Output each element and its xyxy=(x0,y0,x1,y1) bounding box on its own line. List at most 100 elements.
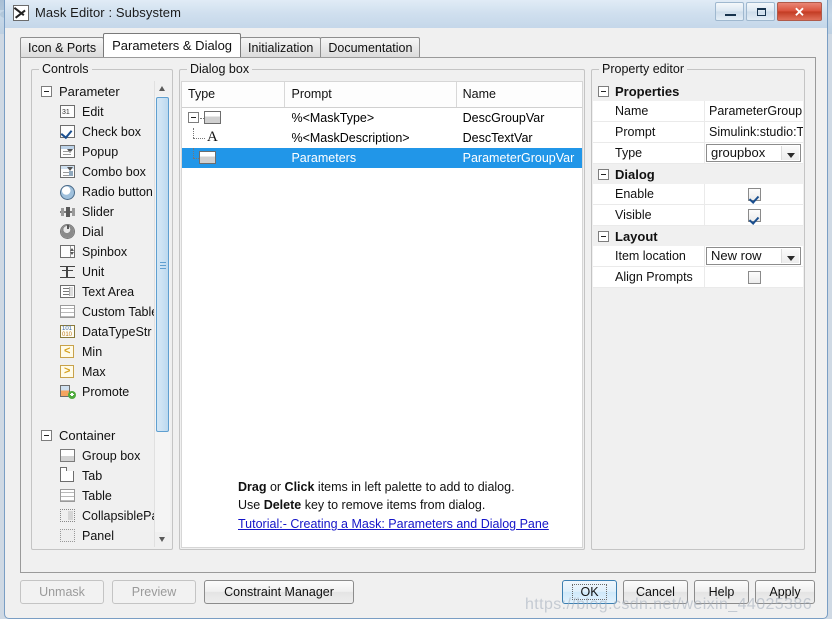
client-area: Icon & Ports Parameters & Dialog Initial… xyxy=(6,28,826,617)
table-row[interactable]: Parameters ParameterGroupVar xyxy=(182,148,582,168)
palette-item-check-box[interactable]: Check box xyxy=(33,122,171,142)
group-box-icon xyxy=(60,449,76,463)
unmask-button[interactable]: Unmask xyxy=(20,580,104,604)
text-area-icon xyxy=(60,285,76,299)
property-section-layout[interactable]: Layout xyxy=(593,226,803,246)
palette-item-table[interactable]: Table xyxy=(33,486,171,506)
maximize-button[interactable] xyxy=(746,2,775,21)
collapse-icon[interactable] xyxy=(598,230,609,242)
preview-button[interactable]: Preview xyxy=(112,580,196,604)
palette-item-custom-table[interactable]: Custom Table xyxy=(33,302,171,322)
chevron-down-icon[interactable] xyxy=(781,249,799,263)
help-button[interactable]: Help xyxy=(694,580,749,604)
mask-editor-icon xyxy=(13,5,29,21)
collapse-icon[interactable] xyxy=(598,85,609,97)
tab-icon-and-ports[interactable]: Icon & Ports xyxy=(20,37,105,57)
row-name-cell[interactable]: ParameterGroupVar xyxy=(457,148,582,168)
custom-table-icon xyxy=(60,305,76,319)
palette-group-container[interactable]: Container xyxy=(33,424,171,446)
collapse-icon[interactable] xyxy=(598,168,609,180)
collapse-icon[interactable] xyxy=(41,85,52,97)
column-header-prompt[interactable]: Prompt xyxy=(285,82,457,107)
palette-item-label: Group box xyxy=(82,449,141,463)
cancel-button[interactable]: Cancel xyxy=(623,580,688,604)
palette-group-parameter[interactable]: Parameter xyxy=(33,80,171,102)
column-header-type[interactable]: Type xyxy=(182,82,286,107)
help-text-part: items in left palette to add to dialog. xyxy=(314,480,515,494)
close-button[interactable]: ✕ xyxy=(777,2,822,21)
column-header-name[interactable]: Name xyxy=(457,82,582,107)
palette-item-dial[interactable]: Dial xyxy=(33,222,171,242)
tutorial-link[interactable]: Tutorial:- Creating a Mask: Parameters a… xyxy=(238,515,549,533)
palette-item-label: Tab xyxy=(82,469,103,483)
property-row-name[interactable]: Name ParameterGroup... xyxy=(593,101,803,122)
palette-item-label: DataTypeStr xyxy=(82,325,152,339)
align-prompts-checkbox[interactable] xyxy=(747,270,761,284)
row-name-cell[interactable]: DescTextVar xyxy=(457,128,582,148)
row-type-cell xyxy=(182,148,285,168)
table-row[interactable]: %<MaskType> DescGroupVar xyxy=(182,108,582,128)
palette-item-label: Max xyxy=(82,365,106,379)
visible-checkbox[interactable] xyxy=(747,208,761,222)
tab-parameters-and-dialog[interactable]: Parameters & Dialog xyxy=(103,33,242,57)
palette-item-edit[interactable]: 31 Edit xyxy=(33,102,171,122)
dialog-box-title: Dialog box xyxy=(187,62,253,76)
palette-item-radio-button[interactable]: Radio button xyxy=(33,182,171,202)
palette-item-unit[interactable]: Unit xyxy=(33,262,171,282)
palette-item-slider[interactable]: Slider xyxy=(33,202,171,222)
palette-item-text-area[interactable]: Text Area xyxy=(33,282,171,302)
text-label-icon: A xyxy=(207,129,218,145)
property-value-enable xyxy=(705,184,803,204)
palette-item-tab[interactable]: Tab xyxy=(33,466,171,486)
scroll-down-icon[interactable] xyxy=(155,532,170,547)
palette-item-combo-box[interactable]: Combo box xyxy=(33,162,171,182)
palette-item-panel[interactable]: Panel xyxy=(33,526,171,546)
max-icon: > xyxy=(60,365,76,379)
palette-item-datatypestr[interactable]: 101 010 DataTypeStr xyxy=(33,322,171,342)
constraint-manager-button[interactable]: Constraint Manager xyxy=(204,580,354,604)
tab-initialization[interactable]: Initialization xyxy=(240,37,322,57)
palette-item-max[interactable]: > Max xyxy=(33,362,171,382)
property-section-properties[interactable]: Properties xyxy=(593,81,803,101)
tab-documentation[interactable]: Documentation xyxy=(320,37,421,57)
collapse-icon[interactable] xyxy=(41,429,52,441)
palette-item-group-box[interactable]: Group box xyxy=(33,446,171,466)
scrollbar-thumb[interactable] xyxy=(156,97,169,432)
palette-item-collapsible-panel[interactable]: CollapsiblePar xyxy=(33,506,171,526)
property-section-dialog[interactable]: Dialog xyxy=(593,164,803,184)
item-location-dropdown[interactable]: New row xyxy=(706,247,801,265)
type-dropdown[interactable]: groupbox xyxy=(706,144,801,162)
chevron-down-icon[interactable] xyxy=(781,146,799,160)
property-row-enable[interactable]: Enable xyxy=(593,184,803,205)
palette-item-label: Combo box xyxy=(82,165,146,179)
property-row-item-location[interactable]: Item location New row xyxy=(593,246,803,267)
palette-item-min[interactable]: < Min xyxy=(33,342,171,362)
property-value-name[interactable]: ParameterGroup... xyxy=(705,101,803,121)
apply-button[interactable]: Apply xyxy=(755,580,815,604)
expand-collapse-icon[interactable] xyxy=(188,112,199,123)
property-row-prompt[interactable]: Prompt Simulink:studio:T... xyxy=(593,122,803,143)
row-prompt-cell[interactable]: Parameters xyxy=(285,148,456,168)
row-name-cell[interactable]: DescGroupVar xyxy=(457,108,582,128)
row-prompt-cell[interactable]: %<MaskType> xyxy=(285,108,456,128)
palette-item-spinbox[interactable]: Spinbox xyxy=(33,242,171,262)
property-value-prompt[interactable]: Simulink:studio:T... xyxy=(705,122,803,142)
dialog-tree-table[interactable]: Type Prompt Name %<MaskType> DescGroupVa… xyxy=(181,81,583,548)
controls-scrollbar[interactable] xyxy=(154,81,170,547)
ok-button[interactable]: OK xyxy=(562,580,617,604)
enable-checkbox[interactable] xyxy=(747,187,761,201)
property-row-visible[interactable]: Visible xyxy=(593,205,803,226)
minimize-button[interactable] xyxy=(715,2,744,21)
palette-item-popup[interactable]: Popup xyxy=(33,142,171,162)
ok-button-label: OK xyxy=(572,584,607,600)
title-bar[interactable]: Mask Editor : Subsystem ✕ xyxy=(5,0,827,28)
scroll-up-icon[interactable] xyxy=(155,81,170,96)
checkbox-icon xyxy=(60,125,76,140)
palette-item-promote[interactable]: Promote xyxy=(33,382,171,402)
property-row-type[interactable]: Type groupbox xyxy=(593,143,803,164)
table-row[interactable]: A %<MaskDescription> DescTextVar xyxy=(182,128,582,148)
row-prompt-cell[interactable]: %<MaskDescription> xyxy=(285,128,456,148)
palette-item-label: Dial xyxy=(82,225,104,239)
palette-item-label: Radio button xyxy=(82,185,153,199)
property-row-align-prompts[interactable]: Align Prompts xyxy=(593,267,803,288)
